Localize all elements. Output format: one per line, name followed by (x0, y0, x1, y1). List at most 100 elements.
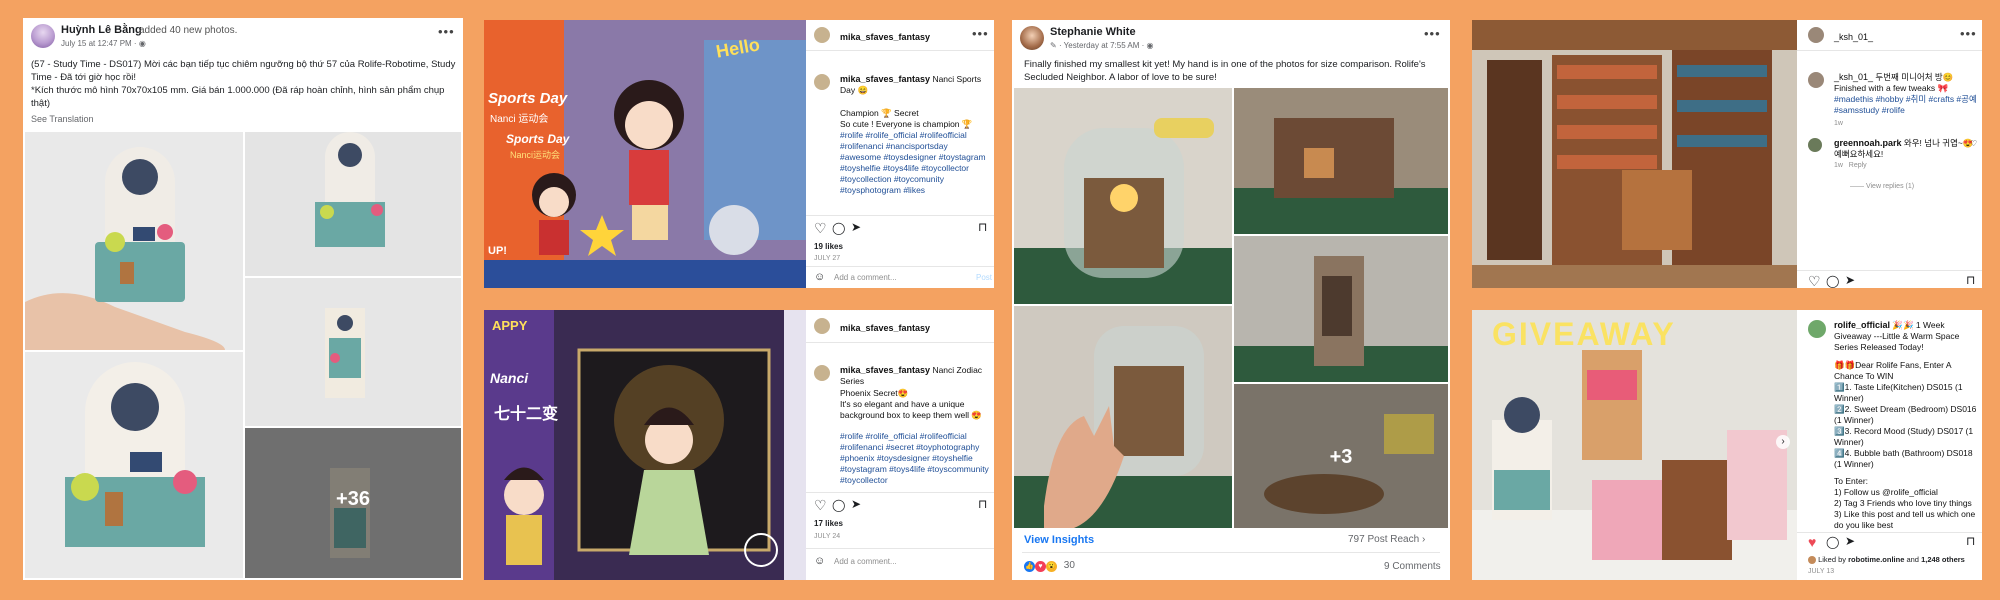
photo-text-up: UP! (488, 245, 507, 257)
carousel-next-icon[interactable]: › (1776, 435, 1790, 449)
post-meta: ✎ · Yesterday at 7:55 AM · ◉ (1050, 41, 1154, 50)
more-options-icon[interactable]: ••• (1960, 26, 1977, 41)
hashtags[interactable]: #rolife #rolife_official #rolifeofficial… (840, 431, 990, 486)
photo-side-1[interactable] (245, 132, 461, 276)
commenter-avatar[interactable] (1808, 138, 1822, 152)
bookmark-icon[interactable]: ⊓ (978, 220, 987, 234)
caption-line-2: So cute ! Everyone is champion 🏆 (840, 119, 973, 129)
photo-main-hand[interactable] (25, 132, 243, 350)
globe-icon: ◉ (138, 39, 146, 48)
caption-line-3: 2️⃣2. Sweet Dream (Bedroom) DS016 (1 Win… (1834, 404, 1977, 425)
chevron-right-icon: › (1421, 534, 1426, 545)
share-icon[interactable]: ➤ (1845, 273, 1855, 287)
emoji-icon[interactable]: ☺ (814, 555, 825, 567)
photo-jar-side[interactable] (1234, 236, 1448, 382)
post-body: Finally finished my smallest kit yet! My… (1024, 59, 1426, 83)
heart-icon[interactable]: ♡ (1808, 273, 1821, 288)
liked-by-avatar (1808, 556, 1816, 565)
divider (806, 266, 994, 267)
comment-like-icon[interactable]: ♡ (1970, 139, 1977, 148)
instagram-post-sports-day: Sports Day Nanci 运动会 Sports Day Nanci运动会… (484, 20, 994, 288)
photo-jar-lit[interactable] (1014, 88, 1232, 304)
caption-avatar[interactable] (814, 365, 830, 381)
caption-username[interactable]: mika_sfaves_fantasy (840, 365, 930, 375)
heart-icon[interactable]: ♡ (814, 220, 827, 237)
more-options-icon[interactable]: ••• (438, 24, 455, 39)
divider (1797, 532, 1982, 533)
photo-main-2[interactable] (25, 352, 243, 578)
post-photo-sports-day[interactable]: Sports Day Nanci 运动会 Sports Day Nanci运动会… (484, 20, 806, 288)
post-body: (57 - Study Time - DS017) Mời các bạn ti… (31, 59, 456, 109)
post-photo-zodiac[interactable]: APPY Nanci 七十二变 (484, 310, 806, 580)
caption-avatar[interactable] (1808, 72, 1824, 88)
bookmark-icon[interactable]: ⊓ (978, 497, 987, 511)
facebook-post-study-time: Huỳnh Lê Bằng added 40 new photos. July … (23, 18, 463, 580)
hashtags[interactable]: #madethis #hobby #취미 #crafts #공예 #samsst… (1834, 94, 1980, 116)
comment-icon[interactable]: ◯ (832, 221, 845, 235)
heart-icon[interactable]: ♡ (814, 497, 827, 514)
liked-by[interactable]: Liked by robotime.online and 1,248 other… (1808, 555, 1965, 565)
reactions[interactable]: 👍 ♥ 😮 30 (1024, 560, 1075, 572)
post-button[interactable]: Post (976, 273, 992, 282)
author-name[interactable]: Huỳnh Lê Bằng (61, 24, 142, 36)
likes-count[interactable]: 19 likes (814, 242, 843, 251)
photo-side-2[interactable] (245, 278, 461, 426)
photo-jar-top[interactable] (1234, 88, 1448, 234)
divider (1797, 50, 1982, 51)
comment-input[interactable]: Add a comment... (834, 557, 897, 566)
heart-filled-icon[interactable]: ♥ (1808, 534, 1816, 550)
post-reach[interactable]: 797 Post Reach › (1348, 534, 1425, 545)
more-options-icon[interactable]: ••• (1424, 26, 1441, 41)
author-avatar[interactable] (31, 24, 55, 48)
caption-avatar[interactable] (814, 74, 830, 90)
username[interactable]: mika_sfaves_fantasy (840, 32, 930, 42)
user-avatar[interactable] (1808, 320, 1826, 338)
author-name[interactable]: Stephanie White (1050, 26, 1136, 38)
likes-count[interactable]: 17 likes (814, 519, 843, 528)
username[interactable]: mika_sfaves_fantasy (840, 323, 930, 333)
user-avatar[interactable] (1808, 27, 1824, 43)
share-icon[interactable]: ➤ (851, 220, 861, 234)
facebook-post-secluded-neighbor: Stephanie White ✎ · Yesterday at 7:55 AM… (1012, 20, 1450, 580)
photo-more[interactable]: +3 (1234, 384, 1448, 528)
caption: mika_sfaves_fantasy Nanci Sports Day 😄 (840, 74, 988, 96)
post-meta: July 15 at 12:47 PM · ◉ (61, 39, 146, 48)
comment-icon[interactable]: ◯ (1826, 274, 1839, 288)
comment-icon[interactable]: ◯ (832, 498, 845, 512)
photo-text-zodiac: 七十二变 (494, 406, 559, 423)
divider (806, 215, 994, 216)
user-avatar[interactable] (814, 27, 830, 43)
share-icon[interactable]: ➤ (1845, 534, 1855, 548)
more-options-icon[interactable]: ••• (972, 26, 989, 41)
caption-text: 두번째 미니어처 방😊 (1875, 72, 1954, 82)
caption-username[interactable]: mika_sfaves_fantasy (840, 74, 930, 84)
view-insights-link[interactable]: View Insights (1024, 534, 1094, 546)
caption-line-2: It's so elegant and have a unique backgr… (840, 399, 982, 420)
comment: greennoah.park 와우! 넘나 귀엽~😍 예뻐요하세요! (1834, 138, 1980, 160)
caption-username[interactable]: rolife_official (1834, 320, 1890, 330)
post-photo-library-room[interactable] (1472, 20, 1797, 288)
commenter-name[interactable]: greennoah.park (1834, 138, 1902, 148)
username[interactable]: _ksh_01_ (1834, 32, 1873, 42)
instagram-post-giveaway: GIVEAWAY › rolife_official 🎉🎉 1 Week Giv… (1472, 310, 1982, 580)
caption-line-1: Finished with a few tweaks 🎀 (1834, 83, 1949, 93)
emoji-icon[interactable]: ☺ (814, 271, 825, 283)
share-icon[interactable]: ➤ (851, 497, 861, 511)
bookmark-icon[interactable]: ⊓ (1966, 534, 1975, 548)
hashtags[interactable]: #rolife #rolife_official #rolifeofficial… (840, 130, 990, 207)
post-photo-giveaway[interactable]: GIVEAWAY › (1472, 310, 1797, 580)
see-translation-link[interactable]: See Translation (31, 114, 94, 124)
author-avatar[interactable] (1020, 26, 1044, 50)
photo-side-3-more[interactable]: +36 (245, 428, 461, 578)
comment-meta[interactable]: 1w Reply (1834, 162, 1867, 169)
user-avatar[interactable] (814, 318, 830, 334)
photo-hand-size[interactable] (1014, 306, 1232, 528)
comments-count[interactable]: 9 Comments (1384, 561, 1441, 572)
comment-input[interactable]: Add a comment... (834, 273, 897, 282)
comment-icon[interactable]: ◯ (1826, 535, 1839, 549)
caption-username[interactable]: _ksh_01_ (1834, 72, 1873, 82)
view-replies-link[interactable]: —— View replies (1) (1850, 183, 1914, 190)
bookmark-icon[interactable]: ⊓ (1966, 273, 1975, 287)
caption-line-2: 1️⃣1. Taste Life(Kitchen) DS015 (1 Winne… (1834, 382, 1963, 403)
instagram-post-ksh: _ksh_01_ ••• _ksh_01_ 두번째 미니어처 방😊 Finish… (1472, 20, 1982, 288)
